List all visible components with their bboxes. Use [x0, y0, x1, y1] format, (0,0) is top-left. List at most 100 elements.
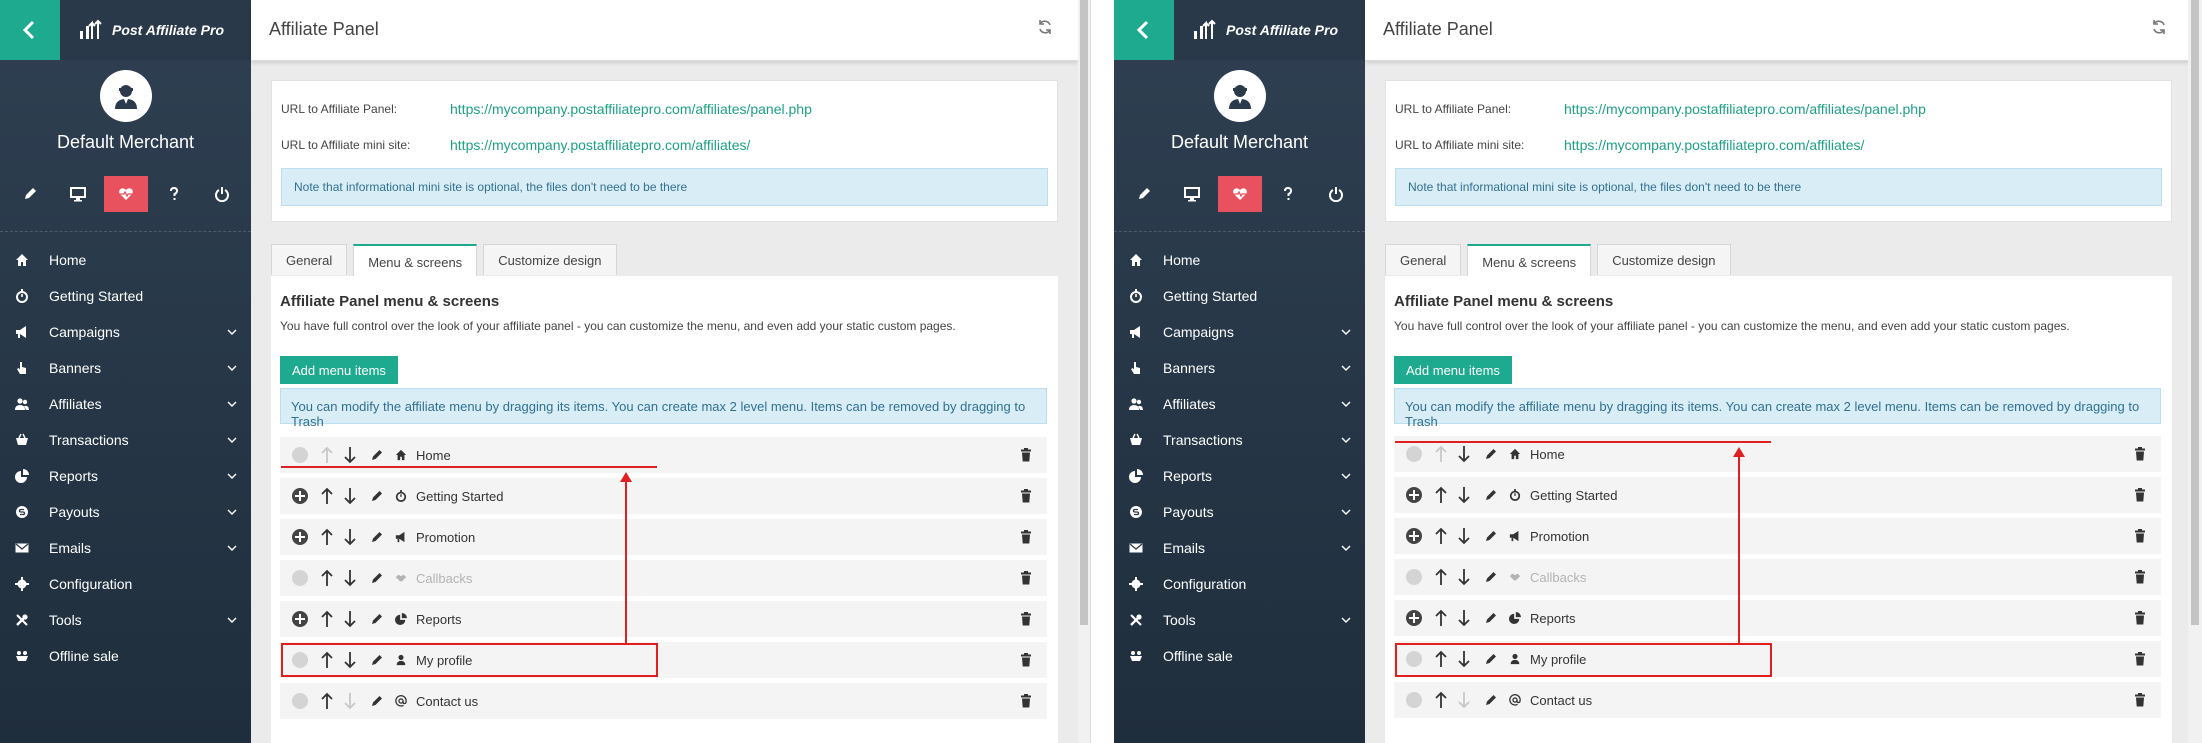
arrow-down-icon[interactable] — [1457, 691, 1471, 709]
arrow-down-icon[interactable] — [1457, 568, 1471, 586]
sidebar-item-emails[interactable]: Emails — [1114, 530, 1365, 566]
tab-menu-screens[interactable]: Menu & screens — [1467, 244, 1592, 278]
arrow-down-icon[interactable] — [1457, 445, 1471, 463]
pencil-icon[interactable] — [370, 530, 384, 544]
arrow-up-icon[interactable] — [1434, 568, 1448, 586]
pencil-icon[interactable] — [370, 612, 384, 626]
sidebar-item-payouts[interactable]: Payouts — [1114, 494, 1365, 530]
quick-logout[interactable] — [200, 176, 244, 212]
pencil-icon[interactable] — [370, 489, 384, 503]
panel-url-link[interactable]: https://mycompany.postaffiliatepro.com/a… — [450, 101, 812, 117]
quick-health[interactable] — [1217, 176, 1262, 212]
brand[interactable]: Post Affiliate Pro — [1174, 0, 1365, 60]
sidebar-item-campaigns[interactable]: Campaigns — [0, 314, 251, 350]
arrow-down-icon[interactable] — [1457, 609, 1471, 627]
avatar[interactable] — [100, 70, 152, 122]
add-menu-items-button[interactable]: Add menu items — [1394, 356, 1512, 384]
menu-item-row[interactable]: Contact us — [1394, 682, 2161, 718]
arrow-up-icon[interactable] — [1434, 609, 1448, 627]
pencil-icon[interactable] — [1484, 611, 1498, 625]
arrow-down-icon[interactable] — [1457, 527, 1471, 545]
trash-icon[interactable] — [2134, 652, 2146, 666]
panel-url-link[interactable]: https://mycompany.postaffiliatepro.com/a… — [1564, 101, 1926, 117]
arrow-up-icon[interactable] — [320, 446, 334, 464]
pencil-icon[interactable] — [1484, 447, 1498, 461]
expand-plus-icon[interactable] — [292, 611, 308, 627]
sidebar-item-getting-started[interactable]: Getting Started — [0, 278, 251, 314]
left-scrollbar[interactable] — [1078, 0, 1091, 743]
back-button[interactable] — [0, 0, 60, 60]
pencil-icon[interactable] — [1484, 570, 1498, 584]
arrow-up-icon[interactable] — [320, 487, 334, 505]
arrow-down-icon[interactable] — [343, 446, 357, 464]
arrow-up-icon[interactable] — [320, 528, 334, 546]
expand-disabled-icon[interactable] — [1406, 692, 1422, 708]
arrow-up-icon[interactable] — [1434, 527, 1448, 545]
right-scrollbar[interactable] — [2188, 0, 2202, 743]
quick-edit[interactable] — [8, 176, 52, 212]
arrow-up-icon[interactable] — [1434, 445, 1448, 463]
trash-icon[interactable] — [1020, 489, 1032, 503]
menu-item-row[interactable]: Reports — [280, 601, 1047, 637]
quick-help[interactable] — [152, 176, 196, 212]
avatar[interactable] — [1214, 70, 1266, 122]
sidebar-item-reports[interactable]: Reports — [0, 458, 251, 494]
trash-icon[interactable] — [2134, 611, 2146, 625]
arrow-down-icon[interactable] — [343, 528, 357, 546]
quick-health[interactable] — [103, 176, 148, 212]
sidebar-item-home[interactable]: Home — [0, 242, 251, 278]
expand-disabled-icon[interactable] — [292, 570, 308, 586]
sidebar-item-getting-started[interactable]: Getting Started — [1114, 278, 1365, 314]
arrow-down-icon[interactable] — [1457, 486, 1471, 504]
quick-logout[interactable] — [1314, 176, 1358, 212]
quick-monitor[interactable] — [1170, 176, 1214, 212]
tab-general[interactable]: General — [1385, 244, 1462, 275]
expand-plus-icon[interactable] — [1406, 610, 1422, 626]
sidebar-item-campaigns[interactable]: Campaigns — [1114, 314, 1365, 350]
sidebar-item-tools[interactable]: Tools — [0, 602, 251, 638]
sidebar-item-offline-sale[interactable]: Offline sale — [0, 638, 251, 674]
quick-edit[interactable] — [1122, 176, 1166, 212]
expand-disabled-icon[interactable] — [1406, 569, 1422, 585]
sidebar-item-banners[interactable]: Banners — [1114, 350, 1365, 386]
menu-item-row[interactable]: Promotion — [280, 519, 1047, 555]
sidebar-item-payouts[interactable]: Payouts — [0, 494, 251, 530]
arrow-up-icon[interactable] — [1434, 691, 1448, 709]
refresh-icon[interactable] — [2151, 19, 2167, 35]
sidebar-item-home[interactable]: Home — [1114, 242, 1365, 278]
expand-disabled-icon[interactable] — [1406, 446, 1422, 462]
mini-url-link[interactable]: https://mycompany.postaffiliatepro.com/a… — [1564, 137, 1864, 153]
trash-icon[interactable] — [2134, 570, 2146, 584]
pencil-icon[interactable] — [1484, 693, 1498, 707]
add-menu-items-button[interactable]: Add menu items — [280, 356, 398, 384]
sidebar-item-reports[interactable]: Reports — [1114, 458, 1365, 494]
arrow-up-icon[interactable] — [320, 692, 334, 710]
menu-item-row[interactable]: Getting Started — [1394, 477, 2161, 513]
expand-disabled-icon[interactable] — [292, 693, 308, 709]
pencil-icon[interactable] — [1484, 529, 1498, 543]
sidebar-item-configuration[interactable]: Configuration — [0, 566, 251, 602]
expand-plus-icon[interactable] — [292, 488, 308, 504]
tab-menu-screens[interactable]: Menu & screens — [353, 244, 478, 278]
sidebar-item-transactions[interactable]: Transactions — [1114, 422, 1365, 458]
quick-monitor[interactable] — [56, 176, 100, 212]
sidebar-item-tools[interactable]: Tools — [1114, 602, 1365, 638]
quick-help[interactable] — [1266, 176, 1310, 212]
arrow-down-icon[interactable] — [343, 610, 357, 628]
tab-customize-design[interactable]: Customize design — [483, 244, 617, 275]
mini-url-link[interactable]: https://mycompany.postaffiliatepro.com/a… — [450, 137, 750, 153]
menu-item-row[interactable]: Promotion — [1394, 518, 2161, 554]
sidebar-item-transactions[interactable]: Transactions — [0, 422, 251, 458]
trash-icon[interactable] — [2134, 529, 2146, 543]
trash-icon[interactable] — [1020, 653, 1032, 667]
tab-customize-design[interactable]: Customize design — [1597, 244, 1731, 275]
trash-icon[interactable] — [2134, 693, 2146, 707]
sidebar-item-banners[interactable]: Banners — [0, 350, 251, 386]
sidebar-item-emails[interactable]: Emails — [0, 530, 251, 566]
menu-item-row[interactable]: Reports — [1394, 600, 2161, 636]
arrow-up-icon[interactable] — [320, 610, 334, 628]
sidebar-item-affiliates[interactable]: Affiliates — [0, 386, 251, 422]
trash-icon[interactable] — [1020, 571, 1032, 585]
sidebar-item-offline-sale[interactable]: Offline sale — [1114, 638, 1365, 674]
sidebar-item-affiliates[interactable]: Affiliates — [1114, 386, 1365, 422]
